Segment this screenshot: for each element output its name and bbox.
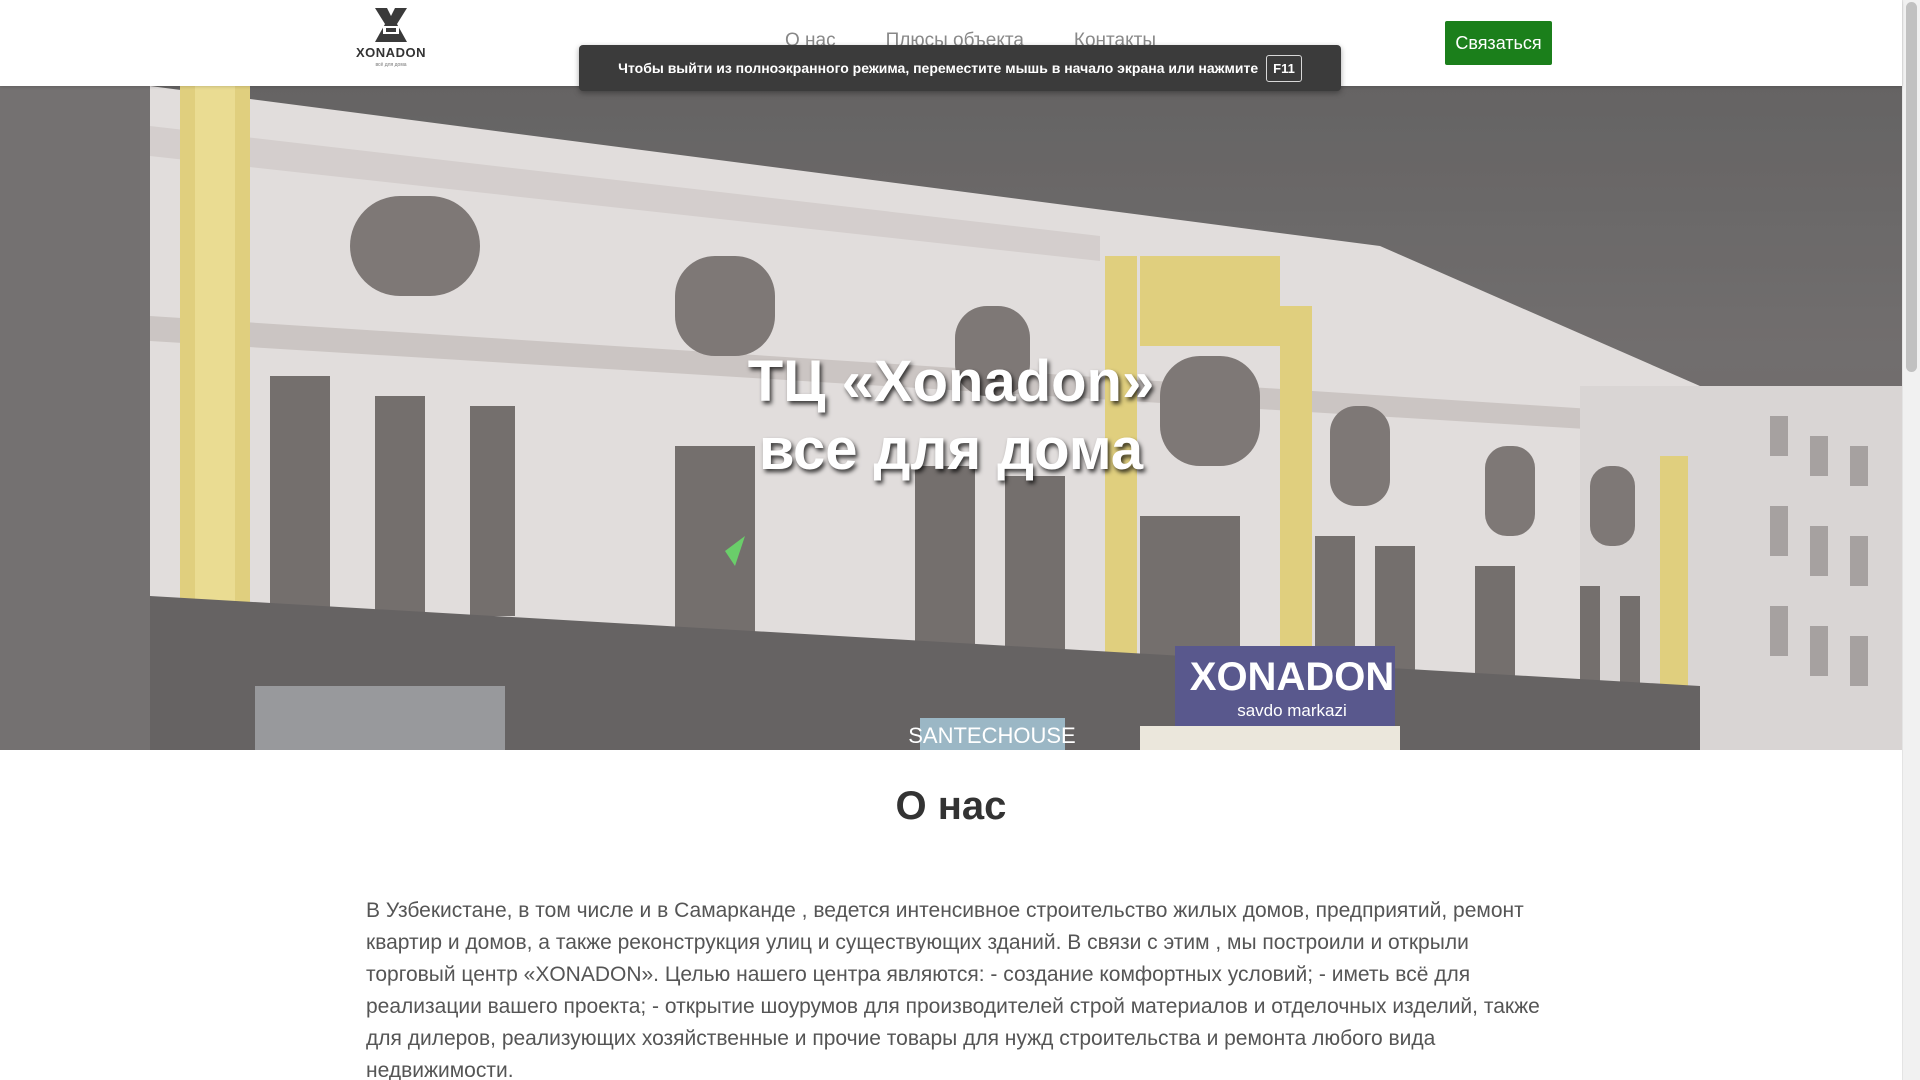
hero-title-line-1: ТЦ «Xonadon» xyxy=(747,349,1155,414)
hero-title-line-2: все для дома xyxy=(758,417,1144,482)
fullscreen-exit-notice: Чтобы выйти из полноэкранного режима, пе… xyxy=(579,45,1341,91)
fullscreen-notice-text: Чтобы выйти из полноэкранного режима, пе… xyxy=(618,60,1259,76)
scrollbar-thumb[interactable] xyxy=(1906,2,1917,372)
about-section-text: В Узбекистане, в том числе и в Самарканд… xyxy=(366,899,1540,1080)
hero-banner: XONADON savdo markazi SANTECHOUSE ТЦ «Xo… xyxy=(0,86,1902,750)
xonadon-logo[interactable]: XONADON всё для дома xyxy=(350,8,432,78)
contact-button[interactable]: Связаться xyxy=(1445,21,1552,65)
logo-text: XONADON xyxy=(356,45,426,60)
page-scrollbar[interactable] xyxy=(1902,0,1920,1080)
logo-icon xyxy=(375,8,407,42)
about-section-title: О нас xyxy=(895,784,1007,828)
logo-tagline: всё для дома xyxy=(375,62,407,68)
hero-title: ТЦ «Xonadon» все для дома xyxy=(0,348,1902,484)
f11-key-badge: F11 xyxy=(1266,54,1302,82)
